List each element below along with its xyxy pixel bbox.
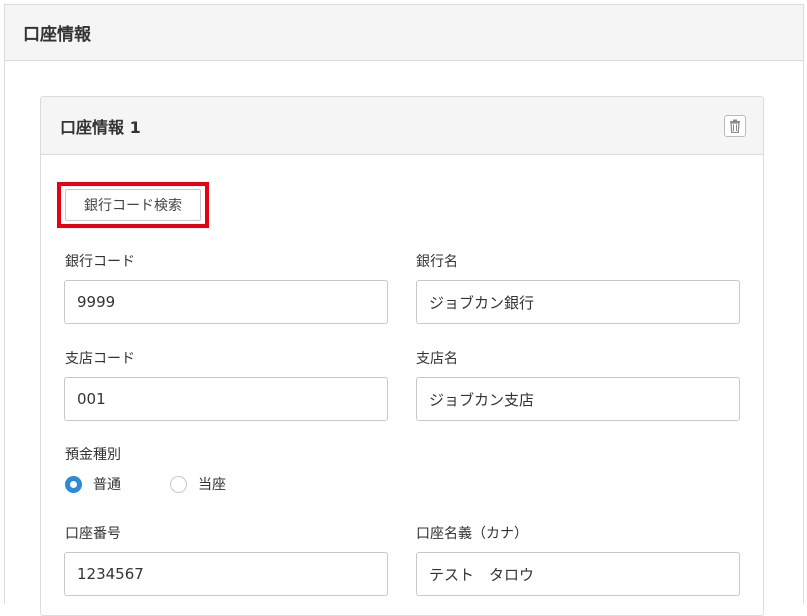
panel-header: 口座情報 (5, 5, 803, 61)
bank-code-search-button[interactable]: 銀行コード検索 (65, 189, 201, 221)
deposit-type-current-label: 当座 (198, 477, 226, 493)
account-number-label: 口座番号 (65, 526, 121, 542)
branch-code-field[interactable] (64, 377, 388, 421)
trash-icon (730, 119, 740, 133)
radio-checked-icon[interactable] (65, 475, 82, 493)
delete-account-button[interactable] (724, 114, 746, 137)
panel-title: 口座情報 (23, 25, 91, 45)
account-info-panel: 口座情報 口座情報 1 銀行コード検索 銀行コード 銀行名 支店コード 支店 (4, 4, 804, 616)
deposit-type-ordinary-option[interactable]: 普通 (65, 474, 121, 494)
radio-unchecked-icon[interactable] (170, 475, 187, 493)
bank-name-label: 銀行名 (416, 254, 458, 270)
branch-code-label: 支店コード (65, 351, 135, 367)
deposit-type-ordinary-label: 普通 (93, 477, 121, 493)
branch-name-label: 支店名 (416, 351, 458, 367)
account-number-field[interactable] (64, 552, 388, 596)
bank-search-highlight: 銀行コード検索 (57, 182, 209, 228)
bank-code-field[interactable] (64, 280, 388, 324)
branch-name-field[interactable] (416, 377, 740, 421)
deposit-type-current-option[interactable]: 当座 (170, 474, 226, 494)
account-card-header: 口座情報 1 (41, 97, 763, 155)
bank-code-label: 銀行コード (65, 254, 135, 270)
account-card-title: 口座情報 1 (60, 117, 141, 137)
account-holder-label: 口座名義（カナ） (416, 526, 528, 542)
bank-name-field[interactable] (416, 280, 740, 324)
deposit-type-label: 預金種別 (65, 447, 121, 463)
account-card: 口座情報 1 銀行コード検索 銀行コード 銀行名 支店コード 支店名 預金種別 (40, 96, 764, 616)
account-holder-field[interactable] (416, 552, 740, 596)
